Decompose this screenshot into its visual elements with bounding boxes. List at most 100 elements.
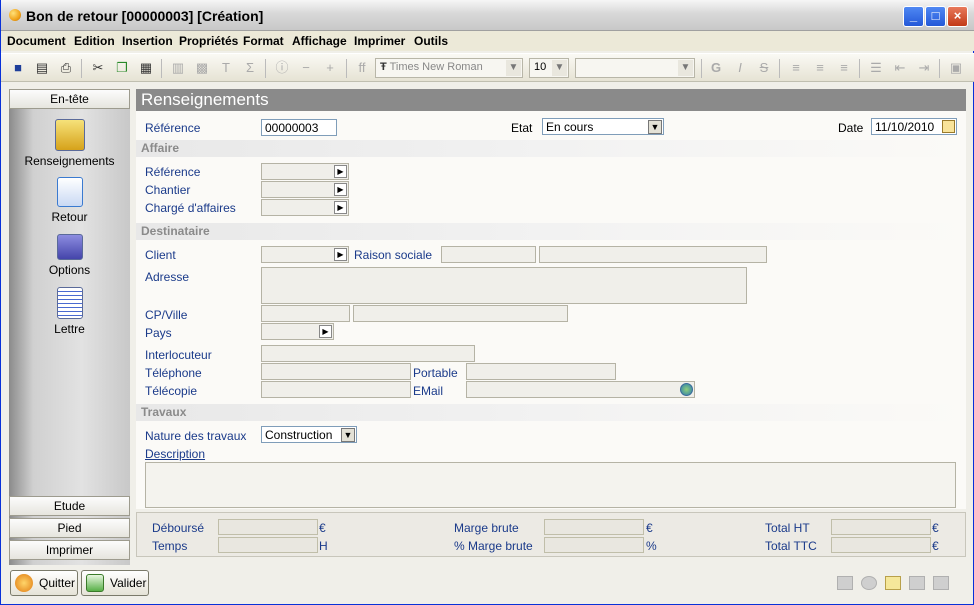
- menu-edition[interactable]: Edition: [74, 34, 115, 48]
- affaire-reference-label: Référence: [145, 165, 201, 179]
- sum-icon[interactable]: Σ: [241, 59, 259, 77]
- status-note-icon[interactable]: [885, 576, 901, 590]
- email-field[interactable]: [466, 381, 695, 398]
- outdent-icon[interactable]: ⇤: [891, 59, 909, 77]
- sidebar-item-renseignements[interactable]: Renseignements: [9, 119, 130, 168]
- quitter-button[interactable]: Quitter: [10, 570, 78, 596]
- page-icon[interactable]: ▣: [947, 59, 965, 77]
- reference-input[interactable]: 00000003: [261, 119, 337, 136]
- sidebar-button-pied[interactable]: Pied: [9, 518, 130, 538]
- save-icon[interactable]: ■: [9, 59, 27, 77]
- calendar-icon[interactable]: [942, 120, 955, 133]
- email-label: EMail: [413, 384, 444, 398]
- info-icon[interactable]: ⓘ: [273, 59, 291, 77]
- strike-icon[interactable]: S: [755, 59, 773, 77]
- description-field[interactable]: [145, 462, 956, 508]
- bullets-icon[interactable]: ☰: [867, 59, 885, 77]
- italic-icon[interactable]: I: [731, 59, 749, 77]
- date-input[interactable]: 11/10/2010: [871, 118, 957, 135]
- bold-icon[interactable]: G: [707, 59, 725, 77]
- indent-icon[interactable]: ⇥: [915, 59, 933, 77]
- section-travaux: Travaux: [136, 404, 966, 421]
- align-right-icon[interactable]: ≡: [835, 59, 853, 77]
- status-mail-icon[interactable]: [861, 576, 877, 590]
- nature-travaux-select[interactable]: Construction ▼: [261, 426, 357, 443]
- toolbar: ■ ▤ ⎙ ✂ ❐ ▦ ▥ ▩ T Σ ⓘ − + ff Ŧ Times New…: [1, 53, 974, 82]
- chevron-right-icon[interactable]: ▶: [334, 183, 347, 196]
- image-icon[interactable]: ▩: [193, 59, 211, 77]
- text-field-icon[interactable]: T: [217, 59, 235, 77]
- status-list-icon[interactable]: [909, 576, 925, 590]
- maximize-button[interactable]: □: [925, 6, 946, 27]
- sidebar-item-retour[interactable]: Retour: [9, 177, 130, 224]
- sidebar-item-options[interactable]: Options: [9, 234, 130, 277]
- page-title: Renseignements: [136, 89, 966, 111]
- portable-field[interactable]: [466, 363, 616, 380]
- status-lines-icon[interactable]: [933, 576, 949, 590]
- chevron-down-icon: ▼: [506, 60, 521, 76]
- chantier-field[interactable]: ▶: [261, 181, 349, 198]
- status-doc-icon[interactable]: [837, 576, 853, 590]
- temps-unit: H: [319, 539, 328, 553]
- adresse-field[interactable]: [261, 267, 747, 304]
- temps-field: [218, 537, 318, 553]
- ville-field[interactable]: [353, 305, 568, 322]
- chevron-right-icon[interactable]: ▶: [334, 201, 347, 214]
- print-icon[interactable]: ⎙: [57, 59, 75, 77]
- window: Bon de retour [00000003] [Création] _ □ …: [0, 0, 974, 605]
- menu-proprietes[interactable]: Propriétés: [179, 34, 238, 48]
- align-left-icon[interactable]: ≡: [787, 59, 805, 77]
- menu-imprimer[interactable]: Imprimer: [354, 34, 405, 48]
- pda-icon: [54, 119, 85, 151]
- font-style-icon[interactable]: ff: [353, 59, 371, 77]
- menu-format[interactable]: Format: [243, 34, 284, 48]
- pays-field[interactable]: ▶: [261, 323, 334, 340]
- menu-outils[interactable]: Outils: [414, 34, 448, 48]
- raison-sociale-field-1[interactable]: [441, 246, 536, 263]
- chevron-right-icon[interactable]: ▶: [319, 325, 332, 338]
- chevron-right-icon[interactable]: ▶: [334, 165, 347, 178]
- copy-icon[interactable]: ❐: [113, 59, 131, 77]
- interlocuteur-field[interactable]: [261, 345, 475, 362]
- cut-icon[interactable]: ✂: [89, 59, 107, 77]
- plus-icon[interactable]: +: [321, 59, 339, 77]
- cp-field[interactable]: [261, 305, 350, 322]
- menu-document[interactable]: Document: [7, 34, 66, 48]
- telecopie-label: Télécopie: [145, 384, 198, 398]
- sidebar: En-tête Renseignements Retour Options Le…: [9, 89, 130, 565]
- font-name-select[interactable]: Ŧ Times New Roman ▼: [375, 58, 523, 78]
- client-field[interactable]: ▶: [261, 246, 349, 263]
- affaire-reference-field[interactable]: ▶: [261, 163, 349, 180]
- charge-affaires-field[interactable]: ▶: [261, 199, 349, 216]
- chevron-right-icon[interactable]: ▶: [334, 248, 347, 261]
- style-select[interactable]: ▼: [575, 58, 695, 78]
- total-ttc-field: [831, 537, 931, 553]
- return-icon: [56, 177, 83, 207]
- preview-icon[interactable]: ▤: [33, 59, 51, 77]
- sidebar-button-imprimer[interactable]: Imprimer: [9, 540, 130, 560]
- raison-sociale-field-2[interactable]: [539, 246, 767, 263]
- client-label: Client: [145, 248, 176, 262]
- minus-icon[interactable]: −: [297, 59, 315, 77]
- description-link[interactable]: Description: [145, 447, 205, 461]
- telephone-field[interactable]: [261, 363, 411, 380]
- charge-affaires-label: Chargé d'affaires: [145, 201, 236, 215]
- menu-affichage[interactable]: Affichage: [292, 34, 347, 48]
- chevron-down-icon: ▼: [648, 120, 662, 134]
- marge-brute-field: [544, 519, 644, 535]
- telecopie-field[interactable]: [261, 381, 411, 398]
- close-button[interactable]: ×: [947, 6, 968, 27]
- paste-icon[interactable]: ▦: [137, 59, 155, 77]
- align-center-icon[interactable]: ≡: [811, 59, 829, 77]
- minimize-button[interactable]: _: [903, 6, 924, 27]
- etat-select[interactable]: En cours ▼: [542, 118, 664, 135]
- telephone-label: Téléphone: [145, 366, 202, 380]
- menu-insertion[interactable]: Insertion: [122, 34, 173, 48]
- sidebar-item-lettre[interactable]: Lettre: [9, 287, 130, 336]
- globe-icon[interactable]: [680, 383, 693, 396]
- table-icon[interactable]: ▥: [169, 59, 187, 77]
- valider-button[interactable]: Valider: [81, 570, 149, 596]
- font-size-select[interactable]: 10 ▼: [529, 58, 569, 78]
- sidebar-header-button[interactable]: En-tête: [9, 89, 130, 109]
- sidebar-button-etude[interactable]: Etude: [9, 496, 130, 516]
